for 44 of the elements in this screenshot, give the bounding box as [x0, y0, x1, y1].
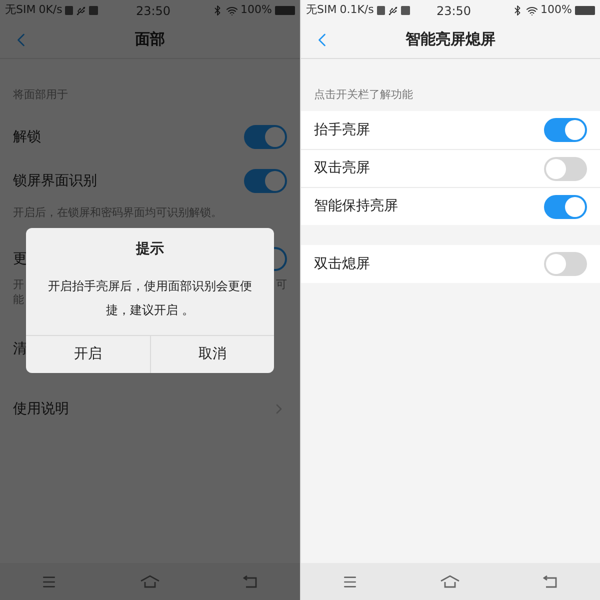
dialog-button[interactable]: 取消 [150, 336, 274, 373]
back-arrow-icon[interactable] [242, 574, 259, 588]
section-label: 点击开关栏了解功能 [314, 88, 413, 101]
network-speed: 0.1K/s [340, 2, 374, 18]
toggle-switch[interactable] [544, 194, 587, 218]
battery-percent: 100% [540, 2, 572, 18]
dialog-message: 开启抬手亮屏后，使用面部识别会更便捷，建议开启 。 [48, 279, 252, 317]
battery-icon [275, 6, 295, 15]
dialog-button[interactable]: 开启 [26, 336, 150, 373]
battery-icon [575, 6, 595, 15]
setting-label: 双击亮屏 [314, 159, 370, 178]
carrier-text: 无SIM [306, 2, 337, 18]
wifi-icon [226, 4, 238, 16]
setting-label: 更 [13, 250, 27, 268]
menu-icon[interactable] [41, 574, 58, 590]
usb-icon [388, 6, 398, 16]
setting-label: 使用说明 [13, 400, 69, 418]
wifi-icon [526, 4, 538, 16]
page-title: 智能亮屏熄屏 [406, 29, 496, 50]
carrier-text: 无SIM [5, 2, 36, 18]
page-title: 面部 [135, 29, 165, 50]
clock-time: 23:50 [134, 2, 172, 20]
home-icon[interactable] [440, 574, 460, 588]
setting-label: 解锁 [13, 128, 41, 146]
setting-label: 双击熄屏 [314, 254, 370, 274]
battery-percent: 100% [240, 2, 272, 18]
setting-label: 抬手亮屏 [314, 120, 370, 140]
menu-icon[interactable] [342, 574, 358, 590]
setting-label: 清 [13, 340, 27, 358]
toggle-switch[interactable] [244, 125, 287, 149]
bluetooth-icon [212, 5, 223, 16]
toggle-switch[interactable] [244, 169, 287, 193]
dialog-title: 提示 [136, 240, 164, 259]
toggle-switch[interactable] [544, 156, 587, 180]
toggle-switch[interactable] [544, 118, 587, 142]
network-speed: 0K/s [38, 2, 62, 18]
bluetooth-icon [512, 5, 523, 16]
home-icon[interactable] [140, 574, 160, 588]
setting-label: 锁屏界面识别 [13, 172, 97, 190]
setting-label: 智能保持亮屏 [314, 197, 398, 216]
toggle-switch[interactable] [544, 252, 587, 276]
usb-icon [76, 6, 86, 16]
back-arrow-icon[interactable] [542, 574, 559, 588]
clock-time: 23:50 [435, 2, 472, 20]
